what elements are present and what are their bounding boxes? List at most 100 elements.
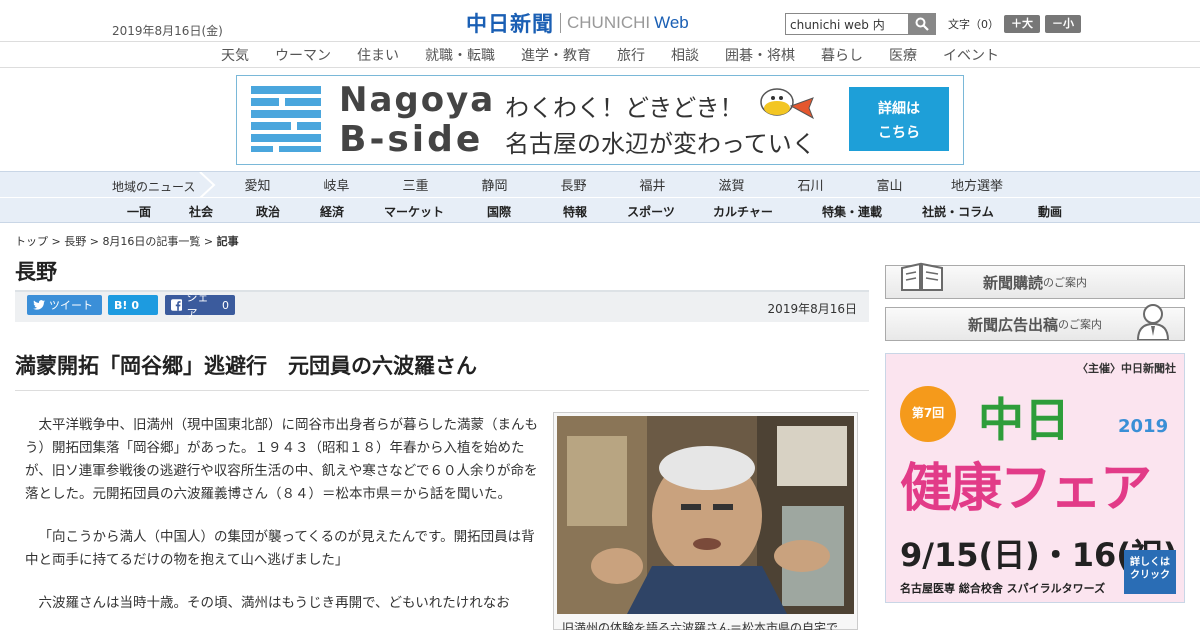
search-button[interactable]	[908, 14, 935, 34]
bside-logo-icon	[251, 86, 321, 152]
category-link[interactable]: ウーマン	[262, 42, 344, 67]
ad-placement-link[interactable]: 新聞広告出稿 のご案内	[885, 304, 1185, 341]
category-link[interactable]: 就職・転職	[412, 42, 508, 67]
person-icon	[1136, 304, 1170, 340]
photo-caption: 旧満州の体験を語る六波羅さん＝松本市県の自宅で	[562, 621, 839, 630]
article-paragraph: 「向こうから満人（中国人）の集団が襲ってくるのが見えたんです。開拓団員は背中と両…	[25, 529, 535, 568]
font-size-control: 文字（0） ＋大 －小	[948, 15, 1081, 33]
facebook-share-button[interactable]: シェア 0	[165, 291, 235, 320]
ad-title-line2: 健康フェア	[900, 459, 1152, 519]
region-nav-label: 地域のニュース	[112, 180, 196, 194]
category-link[interactable]: 相談	[658, 42, 712, 67]
region-link[interactable]: 地方選挙	[929, 175, 1025, 194]
logo-jp-text: 中日新聞	[466, 11, 554, 36]
book-icon	[901, 262, 943, 291]
category-link[interactable]: 囲碁・将棋	[712, 42, 808, 67]
subscribe-link[interactable]: 新聞購読 のご案内	[885, 262, 1185, 299]
category-link[interactable]: 医療	[876, 42, 930, 67]
share-bar: ツイート B! 0 シェア 0 2019年8月16日	[15, 290, 869, 322]
elderly-man-photo	[557, 416, 854, 614]
chevron-right-icon	[199, 172, 216, 198]
main-nav-link[interactable]: 社会	[170, 203, 232, 220]
health-fair-ad[interactable]: 〈主催〉中日新聞社 第7回 中日 2019 健康フェア 9/15(日)・16(祝…	[885, 353, 1185, 603]
article-headline: 満蒙開拓「岡谷郷」逃避行 元団員の六波羅さん	[15, 354, 477, 378]
breadcrumb-current: 記事	[216, 235, 239, 248]
font-size-label: 文字（0）	[948, 18, 999, 31]
ad-click-line1: 詳しくは	[1130, 557, 1170, 568]
search-icon	[915, 17, 929, 31]
region-link[interactable]: 長野	[534, 175, 613, 194]
tweet-button[interactable]: ツイート	[27, 295, 102, 315]
font-size-up-button[interactable]: ＋大	[1004, 15, 1040, 33]
banner-cta-line2: こちら	[878, 125, 920, 141]
category-link[interactable]: 暮らし	[808, 42, 876, 67]
main-nav-link[interactable]: 特報	[530, 203, 620, 220]
category-link[interactable]: 天気	[208, 42, 262, 67]
ad-title-line1: 中日	[978, 393, 1070, 447]
main-nav-link[interactable]: 政治	[232, 203, 304, 220]
site-header: 2019年8月16日(金) 中日新聞 CHUNICHI Web 文字（0） ＋大…	[0, 0, 1200, 42]
nagoya-bside-banner[interactable]: Nagoya B-side わくわく！どきどき！ 名古屋の水辺が変わっていく 詳…	[236, 75, 964, 165]
main-nav-link[interactable]: カルチャー	[682, 203, 804, 220]
category-link[interactable]: 住まい	[344, 42, 412, 67]
breadcrumb-separator: >	[86, 235, 103, 248]
region-nav: 地域のニュース 愛知 岐阜 三重 静岡 長野 福井 滋賀 石川 富山 地方選挙	[0, 171, 1200, 198]
main-nav-link[interactable]: 動画	[1016, 203, 1084, 220]
region-link[interactable]: 愛知	[218, 175, 297, 194]
region-link[interactable]: 静岡	[455, 175, 534, 194]
article-paragraph: 六波羅さんは当時十歳。その頃、満州はもうじき再開で、どもいれたけれなお	[38, 595, 510, 611]
main-nav-link[interactable]: 特集・連載	[804, 203, 900, 220]
twitter-bird-icon	[33, 299, 45, 310]
main-nav: 一面 社会 政治 経済 マーケット 国際 特報 スポーツ カルチャー 特集・連載…	[0, 197, 1200, 223]
breadcrumb-link[interactable]: トップ	[15, 235, 48, 248]
breadcrumb-separator: >	[200, 235, 217, 248]
adpost-label: 新聞広告出稿	[967, 315, 1058, 334]
hatena-bookmark-button[interactable]: B! 0	[108, 295, 158, 315]
main-nav-link[interactable]: スポーツ	[620, 203, 682, 220]
banner-detail-button[interactable]: 詳細は こちら	[849, 87, 949, 151]
ad-click-button[interactable]: 詳しくは クリック	[1124, 550, 1176, 594]
section-title: 長野	[15, 260, 57, 284]
logo-divider	[560, 13, 561, 33]
region-link[interactable]: 富山	[850, 175, 929, 194]
breadcrumb-link[interactable]: 8月16日の記事一覧	[102, 235, 200, 248]
logo-web-text: Web	[654, 13, 689, 32]
tweet-label: ツイート	[49, 299, 93, 312]
breadcrumb-link[interactable]: 長野	[64, 235, 86, 248]
facebook-count: 0	[222, 298, 229, 312]
site-search	[785, 13, 936, 35]
ad-edition-badge: 第7回	[900, 386, 956, 442]
main-nav-link[interactable]: 経済	[304, 203, 360, 220]
main-nav-link[interactable]: マーケット	[360, 203, 468, 220]
subscribe-label: 新聞購読	[982, 273, 1043, 292]
category-link[interactable]: イベント	[930, 42, 1012, 67]
search-input[interactable]	[786, 14, 908, 34]
headline-divider	[15, 390, 869, 391]
banner-title-line1: Nagoya	[339, 80, 496, 120]
main-nav-link[interactable]: 国際	[468, 203, 530, 220]
banner-cta-line1: 詳細は	[878, 101, 920, 117]
ad-year: 2019	[1118, 416, 1169, 437]
article-paragraph: 太平洋戦争中、旧満州（現中国東北部）に岡谷市出身者らが暮らした満蒙（まんもう）開…	[25, 417, 538, 502]
adpost-sub: のご案内	[1058, 318, 1102, 331]
category-nav: 天気 ウーマン 住まい 就職・転職 進学・教育 旅行 相談 囲碁・将棋 暮らし …	[0, 42, 1200, 68]
category-link[interactable]: 進学・教育	[508, 42, 604, 67]
region-link[interactable]: 滋賀	[692, 175, 771, 194]
region-link[interactable]: 福井	[613, 175, 692, 194]
fish-mascot-icon	[760, 88, 814, 120]
ad-click-line2: クリック	[1130, 570, 1170, 581]
region-link[interactable]: 岐阜	[297, 175, 376, 194]
main-nav-link[interactable]: 社説・コラム	[900, 203, 1016, 220]
banner-copy-line2: 名古屋の水辺が変わっていく	[505, 130, 816, 158]
breadcrumb: トップ > 長野 > 8月16日の記事一覧 > 記事	[15, 233, 239, 249]
hatena-label: B!	[114, 298, 128, 312]
site-logo[interactable]: 中日新聞 CHUNICHI Web	[466, 10, 689, 36]
banner-title: Nagoya B-side	[339, 80, 495, 160]
region-link[interactable]: 石川	[771, 175, 850, 194]
main-nav-link[interactable]: 一面	[108, 203, 170, 220]
category-link[interactable]: 旅行	[604, 42, 658, 67]
region-link[interactable]: 三重	[376, 175, 455, 194]
banner-title-line2: B-side	[339, 119, 484, 160]
font-size-down-button[interactable]: －小	[1045, 15, 1081, 33]
article-photo[interactable]: 旧満州の体験を語る六波羅さん＝松本市県の自宅で	[553, 412, 858, 630]
